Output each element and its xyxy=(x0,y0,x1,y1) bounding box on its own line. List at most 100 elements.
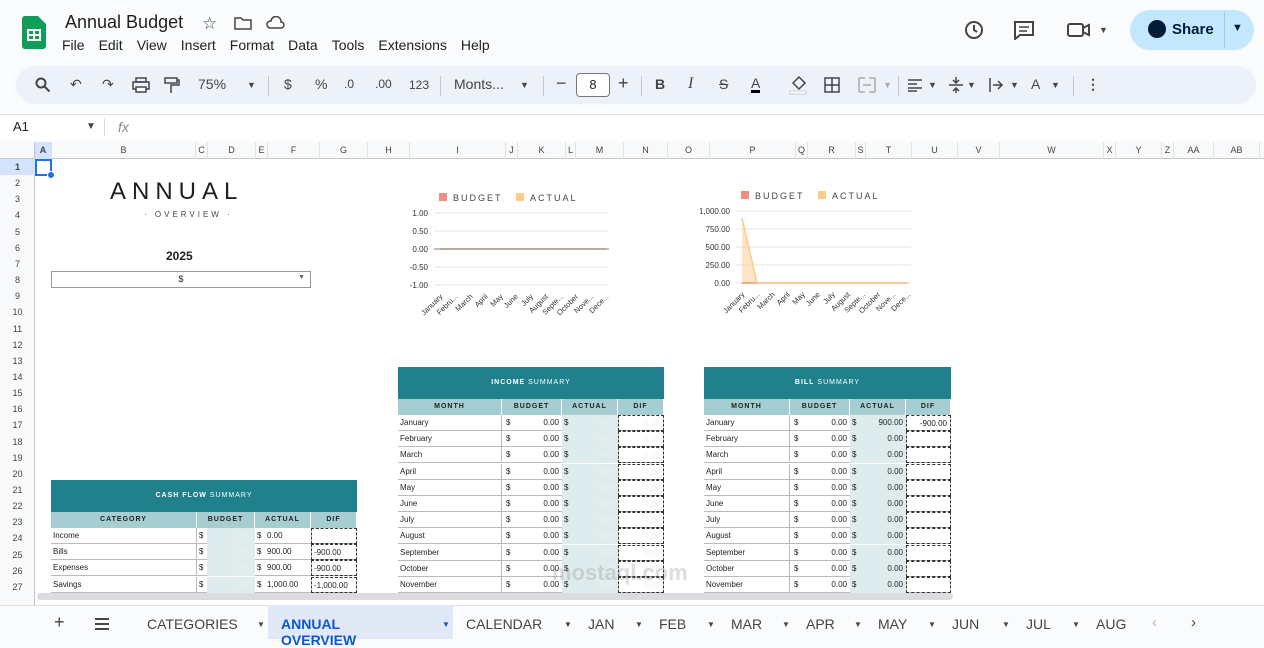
table-row[interactable]: May $0.00 $0.00 0.00 xyxy=(398,479,664,496)
table-row[interactable]: February $0.00 $0.00 xyxy=(704,431,951,448)
cell-cat[interactable]: Savings xyxy=(51,576,197,593)
cell-b[interactable]: 0.00 xyxy=(514,496,562,512)
menu-file[interactable]: File xyxy=(62,37,92,53)
row-header[interactable]: 17 xyxy=(0,417,35,433)
horizontal-align-icon[interactable] xyxy=(907,79,923,92)
cell-m[interactable]: May xyxy=(398,479,502,496)
cell-b[interactable]: 0.00 xyxy=(802,464,850,480)
cell-cat[interactable]: Expenses xyxy=(51,560,197,577)
cell-b[interactable]: 0.00 xyxy=(514,512,562,528)
tab-dropdown-icon[interactable]: ▼ xyxy=(928,620,936,629)
tab-dropdown-icon[interactable]: ▼ xyxy=(442,620,450,629)
table-row[interactable]: Income $0.00 $0.00 xyxy=(51,528,357,544)
row-header[interactable]: 1 xyxy=(0,159,35,175)
percent-format-button[interactable]: % xyxy=(315,76,327,92)
cell-m[interactable]: November xyxy=(704,577,790,593)
document-title[interactable]: Annual Budget xyxy=(65,12,183,33)
cell-a[interactable]: 0.00 xyxy=(860,577,906,593)
cell-d[interactable]: 0.00 xyxy=(618,415,664,431)
increase-decimal-button[interactable]: .00 xyxy=(375,77,392,91)
text-color-button[interactable]: A xyxy=(751,76,761,93)
cell-d[interactable] xyxy=(906,512,951,529)
cell-a[interactable]: 0.00 xyxy=(572,496,618,512)
tab-dropdown-icon[interactable]: ▼ xyxy=(1072,620,1080,629)
cell-b[interactable]: 0.00 xyxy=(802,480,850,496)
cell-d[interactable] xyxy=(311,528,357,544)
bill-chart[interactable]: BUDGET ACTUAL 1,000.00 750.00 500.00 250.00 0.… xyxy=(700,183,930,323)
table-row[interactable]: May $0.00 $0.00 xyxy=(704,479,951,496)
column-header[interactable]: E xyxy=(256,142,268,159)
cell-a[interactable]: 0.00 xyxy=(572,415,618,431)
tab-aug[interactable]: AUG xyxy=(1096,616,1126,632)
cell-b[interactable]: 0.00 xyxy=(514,415,562,431)
row-header[interactable]: 27 xyxy=(0,579,35,595)
cell-b[interactable]: 0.00 xyxy=(514,431,562,447)
cell-cat[interactable]: Bills xyxy=(51,544,197,561)
row-header[interactable]: 16 xyxy=(0,401,35,417)
merge-cells-icon[interactable] xyxy=(858,77,876,93)
cell-b[interactable]: 0.00 xyxy=(207,528,255,544)
column-header[interactable]: J xyxy=(506,142,518,159)
cell-a[interactable]: 0.00 xyxy=(860,528,906,545)
cell-d[interactable] xyxy=(906,577,951,593)
menu-view[interactable]: View xyxy=(137,37,174,53)
cell-a[interactable]: 900.00 xyxy=(265,560,311,576)
cell-d[interactable]: -900.00 xyxy=(906,415,951,431)
cell-a[interactable]: 900.00 xyxy=(265,544,311,560)
cell-m[interactable]: April xyxy=(704,463,790,480)
table-row[interactable]: June $0.00 $0.00 0.00 xyxy=(398,496,664,512)
cell-b[interactable]: 0.00 xyxy=(514,464,562,480)
fill-color-icon[interactable] xyxy=(789,75,807,95)
tab-may[interactable]: MAY xyxy=(878,616,907,632)
column-header[interactable]: O xyxy=(668,142,710,159)
cell-d[interactable]: 0.00 xyxy=(618,528,664,545)
column-header[interactable]: I xyxy=(410,142,506,159)
row-header[interactable]: 19 xyxy=(0,450,35,466)
increase-font-size-button[interactable]: + xyxy=(618,73,629,94)
cell-a[interactable]: 0.00 xyxy=(572,528,618,545)
cell-b[interactable]: 0.00 xyxy=(207,560,255,577)
cell-a[interactable]: 0.00 xyxy=(860,431,906,448)
cell-m[interactable]: August xyxy=(398,528,502,545)
table-row[interactable]: Savings $0.00 $1,000.00 -1,000.00 xyxy=(51,576,357,593)
currency-select[interactable]: $ xyxy=(51,271,311,288)
tab-dropdown-icon[interactable]: ▼ xyxy=(257,620,265,629)
cell-m[interactable]: March xyxy=(704,447,790,464)
vertical-align-icon[interactable] xyxy=(948,76,964,94)
cell-m[interactable]: August xyxy=(704,528,790,545)
currency-dropdown-icon[interactable]: ▼ xyxy=(298,274,305,281)
cell-m[interactable]: June xyxy=(398,496,502,512)
column-header[interactable]: Y xyxy=(1116,142,1162,159)
cell-a[interactable]: 0.00 xyxy=(860,560,906,577)
cell-b[interactable]: 0.00 xyxy=(802,447,850,463)
cell-a[interactable]: 0.00 xyxy=(860,512,906,529)
currency-format-button[interactable]: $ xyxy=(284,76,292,92)
row-header[interactable]: 22 xyxy=(0,498,35,514)
column-header[interactable]: A xyxy=(35,142,52,159)
table-row[interactable]: Expenses $0.00 $900.00 -900.00 xyxy=(51,560,357,577)
table-row[interactable]: April $0.00 $0.00 0.00 xyxy=(398,463,664,480)
name-box[interactable]: A1 xyxy=(13,119,29,134)
scroll-tabs-right-icon[interactable]: › xyxy=(1191,614,1196,631)
row-header[interactable]: 15 xyxy=(0,385,35,401)
column-header[interactable]: P xyxy=(710,142,796,159)
column-header[interactable]: U xyxy=(912,142,958,159)
tab-annual-overview[interactable]: ANNUAL OVERVIEW xyxy=(281,616,356,648)
menu-tools[interactable]: Tools xyxy=(332,37,372,53)
zoom-dropdown-icon[interactable]: ▼ xyxy=(247,80,256,90)
table-row[interactable]: July $0.00 $0.00 0.00 xyxy=(398,512,664,529)
cell-b[interactable]: 0.00 xyxy=(802,415,850,431)
cell-b[interactable]: 0.00 xyxy=(514,447,562,463)
sheets-logo-icon[interactable] xyxy=(22,16,46,49)
cell-m[interactable]: October xyxy=(704,560,790,577)
text-wrapping-icon[interactable] xyxy=(988,77,1004,93)
align-dropdown-icon[interactable]: ▼ xyxy=(928,80,937,90)
row-header[interactable]: 25 xyxy=(0,547,35,563)
row-header[interactable]: 18 xyxy=(0,434,35,450)
row-header[interactable]: 11 xyxy=(0,321,35,337)
cell-a[interactable]: 0.00 xyxy=(572,431,618,448)
cell-a[interactable]: 0.00 xyxy=(572,512,618,529)
row-header[interactable]: 13 xyxy=(0,353,35,369)
font-dropdown-icon[interactable]: ▼ xyxy=(520,80,529,90)
tab-jun[interactable]: JUN xyxy=(952,616,979,632)
